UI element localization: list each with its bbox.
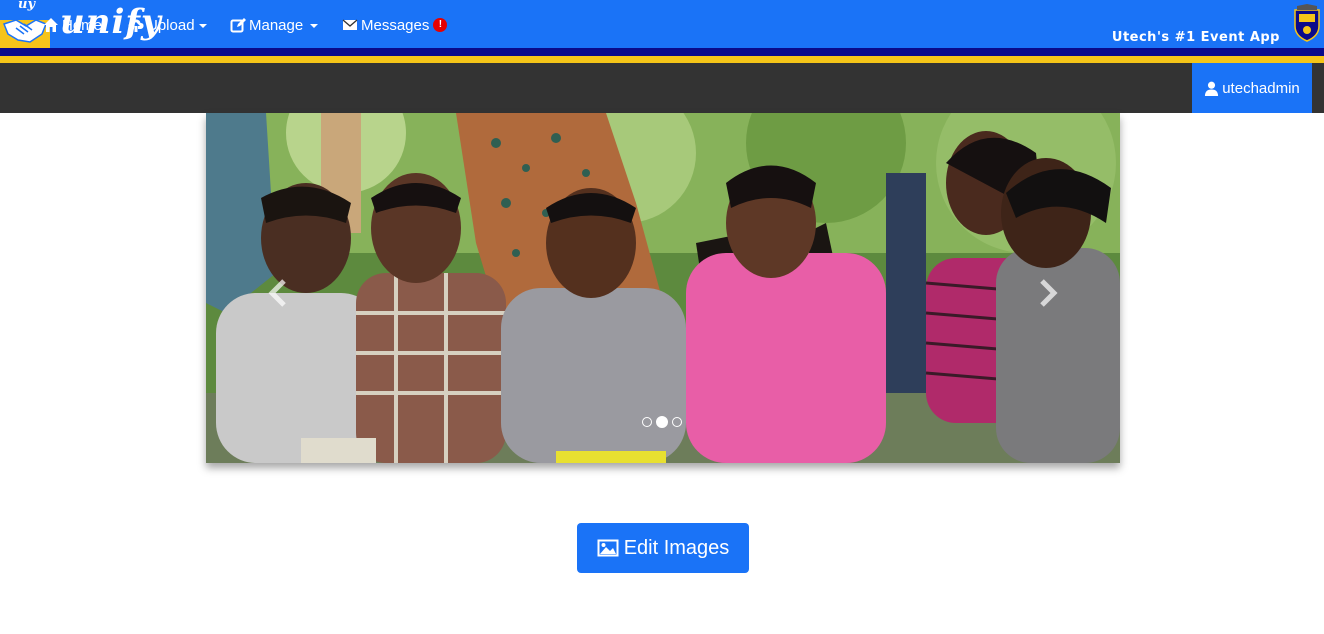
image-carousel[interactable]: [206, 113, 1120, 463]
chevron-down-icon: [198, 24, 207, 28]
edit-images-label: Edit Images: [623, 536, 730, 559]
user-icon: [1205, 81, 1219, 96]
university-crest-icon: [1294, 4, 1320, 42]
chevron-down-icon: [310, 24, 319, 28]
carousel-indicator-3[interactable]: [672, 417, 682, 427]
main-navbar: [0, 63, 1324, 113]
cloud-upload-icon: [128, 19, 144, 32]
nav-messages-label: Messages: [361, 16, 430, 34]
handshake-icon: [3, 19, 47, 43]
picture-icon: [597, 539, 619, 557]
user-menu-label: utechadmin: [1222, 79, 1300, 97]
nav-upload[interactable]: Upload: [128, 0, 207, 50]
carousel-slide-image: [206, 113, 1120, 463]
notification-badge: !: [433, 18, 448, 32]
carousel-indicators: [642, 416, 682, 428]
nav-home-label: Home: [62, 16, 103, 34]
edit-icon: [230, 18, 246, 33]
carousel-indicator-2[interactable]: [656, 416, 668, 428]
user-menu[interactable]: utechadmin: [1192, 63, 1312, 113]
home-icon: [44, 18, 58, 32]
edit-images-button[interactable]: Edit Images: [577, 523, 749, 573]
app-tagline: Utech's #1 Event App: [1111, 30, 1280, 45]
chevron-right-icon[interactable]: [1032, 273, 1062, 313]
nav-manage[interactable]: Manage: [230, 0, 319, 50]
chevron-left-icon[interactable]: [264, 273, 294, 313]
nav-manage-label: Manage: [249, 16, 304, 34]
carousel-indicator-1[interactable]: [642, 417, 652, 427]
envelope-icon: [342, 19, 358, 30]
nav-upload-label: Upload: [147, 16, 195, 34]
nav-messages[interactable]: Messages !: [342, 0, 448, 50]
header-gold-stripe: [0, 56, 1324, 63]
nav-home[interactable]: Home: [43, 0, 102, 50]
logo-mini-text: uy: [18, 0, 36, 12]
